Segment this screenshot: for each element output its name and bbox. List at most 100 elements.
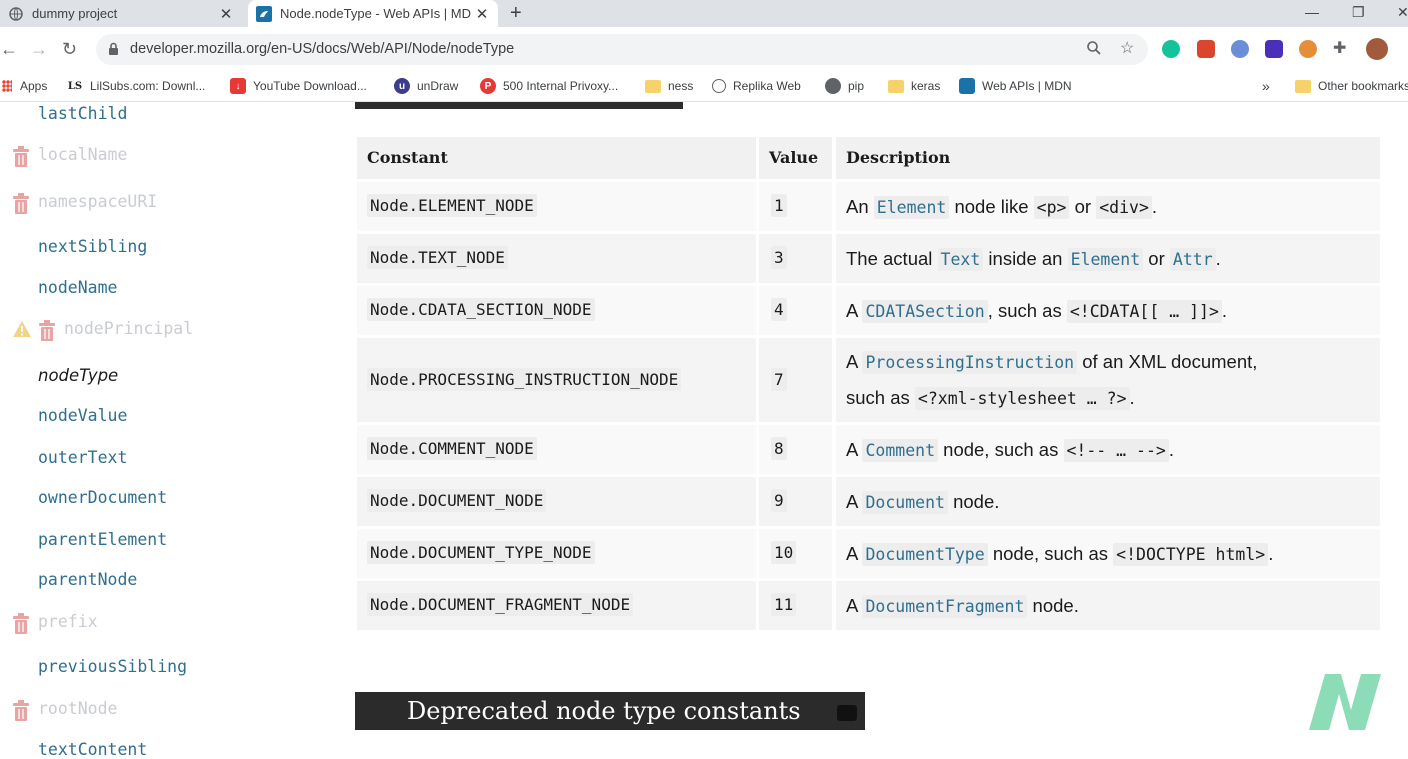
- grammarly-icon[interactable]: [1162, 40, 1180, 58]
- comment-link[interactable]: Comment: [862, 439, 939, 462]
- privoxy-icon: P: [480, 78, 496, 94]
- folder-icon: [888, 79, 904, 93]
- folder-icon: [645, 79, 661, 93]
- constant-description: A DocumentFragment node.: [846, 595, 1079, 618]
- sidebar-item-outertext[interactable]: outerText: [38, 448, 127, 467]
- attr-link[interactable]: Attr: [1169, 248, 1216, 271]
- bookmarks-overflow-button[interactable]: »: [1262, 71, 1270, 101]
- extension-purple-icon[interactable]: [1265, 40, 1283, 58]
- constant-value: 1: [771, 194, 787, 217]
- bookmark-lilsubs[interactable]: LS LilSubs.com: Downl...: [67, 71, 206, 101]
- trash-icon: [39, 320, 55, 341]
- documentfragment-link[interactable]: DocumentFragment: [862, 595, 1028, 618]
- constant-value: 9: [771, 489, 787, 512]
- forward-icon[interactable]: →: [30, 27, 48, 71]
- extension-emoji-icon[interactable]: [1299, 40, 1317, 58]
- bookmarks-bar: Apps LS LilSubs.com: Downl... ↓ YouTube …: [0, 71, 1408, 102]
- apps-grid-icon: [2, 80, 12, 92]
- constant-name: Node.DOCUMENT_TYPE_NODE: [367, 541, 595, 564]
- sidebar-item-nodevalue[interactable]: nodeValue: [38, 406, 127, 425]
- sidebar-item-nodeprincipal[interactable]: nodePrincipal: [64, 319, 193, 338]
- browser-toolbar: ← → ↻ developer.mozilla.org/en-US/docs/W…: [0, 27, 1408, 71]
- trash-icon: [13, 146, 29, 167]
- extensions-puzzle-icon[interactable]: ✚: [1333, 27, 1346, 71]
- new-tab-button[interactable]: +: [510, 0, 522, 27]
- sidebar-item-nodename[interactable]: nodeName: [38, 278, 117, 297]
- lock-icon[interactable]: [108, 42, 119, 61]
- bookmark-folder-other[interactable]: Other bookmarks: [1295, 71, 1408, 101]
- avatar[interactable]: [1366, 38, 1388, 60]
- bookmark-label: Web APIs | MDN: [982, 79, 1072, 93]
- restore-icon[interactable]: ❐: [1352, 0, 1365, 27]
- bookmark-label: pip: [848, 79, 865, 93]
- mdn-favicon-icon: [959, 78, 975, 94]
- globe-icon: [825, 78, 841, 94]
- back-icon[interactable]: ←: [0, 27, 18, 71]
- bookmark-folder-keras[interactable]: keras: [888, 71, 940, 101]
- bookmark-folder-ness[interactable]: ness: [645, 71, 693, 101]
- extension-red-icon[interactable]: [1197, 40, 1215, 58]
- undraw-icon: u: [394, 78, 410, 94]
- bookmark-web-apis-mdn[interactable]: Web APIs | MDN: [959, 71, 1072, 101]
- table-row: Node.CDATA_SECTION_NODE 4 A CDATASection…: [357, 286, 1380, 335]
- zoom-icon[interactable]: [1086, 40, 1102, 59]
- close-window-icon[interactable]: ✕: [1397, 0, 1408, 27]
- globe-icon: [8, 6, 24, 22]
- deprecated-section-heading: Deprecated node type constants: [355, 692, 865, 730]
- sidebar-item-ownerdocument[interactable]: ownerDocument: [38, 488, 167, 507]
- minimize-icon[interactable]: —: [1305, 0, 1319, 27]
- bookmark-star-icon[interactable]: ☆: [1120, 38, 1134, 58]
- constant-value: 11: [771, 593, 797, 616]
- sidebar-item-nodetype[interactable]: nodeType: [38, 366, 118, 385]
- tab-title: dummy project: [32, 6, 118, 21]
- constant-description: A CDATASection, such as <!CDATA[[ … ]]>.: [846, 300, 1228, 323]
- constant-value: 3: [771, 246, 787, 269]
- text-link[interactable]: Text: [937, 248, 984, 271]
- bookmark-replika[interactable]: Replika Web: [712, 71, 801, 101]
- close-tab-icon[interactable]: ✕: [472, 5, 492, 23]
- sidebar-item-localname[interactable]: localName: [38, 145, 127, 164]
- sidebar-item-rootnode[interactable]: rootNode: [38, 699, 117, 718]
- bookmark-label: LilSubs.com: Downl...: [90, 79, 206, 93]
- sidebar-item-textcontent[interactable]: textContent: [38, 740, 147, 759]
- bookmark-privoxy[interactable]: P 500 Internal Privoxy...: [480, 71, 618, 101]
- close-tab-icon[interactable]: ✕: [216, 5, 236, 23]
- sidebar-item-nextsibling[interactable]: nextSibling: [38, 237, 147, 256]
- bookmark-apps[interactable]: Apps: [2, 71, 47, 101]
- bookmark-label: Other bookmarks: [1318, 79, 1408, 93]
- tab-dummy-project[interactable]: dummy project ✕: [0, 0, 242, 27]
- sidebar-item-parentelement[interactable]: parentElement: [38, 530, 167, 549]
- constant-description: An Element node like <p> or <div>.: [846, 196, 1158, 219]
- sidebar-item-parentnode[interactable]: parentNode: [38, 570, 137, 589]
- element-link[interactable]: Element: [1067, 248, 1144, 271]
- sidebar-item-prefix[interactable]: prefix: [38, 612, 98, 631]
- sidebar-item-namespaceuri[interactable]: namespaceURI: [38, 192, 157, 211]
- bookmark-label: keras: [911, 79, 941, 93]
- cdatasection-link[interactable]: CDATASection: [862, 300, 988, 323]
- bookmark-label: 500 Internal Privoxy...: [503, 79, 619, 93]
- extension-blue-icon[interactable]: [1231, 40, 1249, 58]
- table-row: Node.PROCESSING_INSTRUCTION_NODE 7 A Pro…: [357, 338, 1380, 422]
- url-text[interactable]: developer.mozilla.org/en-US/docs/Web/API…: [130, 34, 514, 65]
- constant-name: Node.CDATA_SECTION_NODE: [367, 298, 595, 321]
- sidebar-item-lastchild[interactable]: lastChild: [38, 104, 127, 123]
- document-link[interactable]: Document: [862, 491, 948, 514]
- constant-description: A DocumentType node, such as <!DOCTYPE h…: [846, 543, 1274, 566]
- constant-name: Node.COMMENT_NODE: [367, 437, 537, 460]
- thumbs-down-icon: [837, 705, 857, 721]
- sidebar-item-previoussibling[interactable]: previousSibling: [38, 657, 187, 676]
- bookmark-label: ness: [668, 79, 694, 93]
- element-link[interactable]: Element: [873, 196, 950, 219]
- processinginstruction-link[interactable]: ProcessingInstruction: [862, 351, 1078, 374]
- documenttype-link[interactable]: DocumentType: [862, 543, 988, 566]
- constant-value: 10: [771, 541, 797, 564]
- table-header-description: Description: [836, 137, 1380, 179]
- constant-name: Node.ELEMENT_NODE: [367, 194, 537, 217]
- address-bar[interactable]: developer.mozilla.org/en-US/docs/Web/API…: [96, 34, 1148, 65]
- bookmark-pip[interactable]: pip: [825, 71, 864, 101]
- table-row: Node.COMMENT_NODE 8 A Comment node, such…: [357, 425, 1380, 474]
- bookmark-youtube-download[interactable]: ↓ YouTube Download...: [230, 71, 367, 101]
- bookmark-undraw[interactable]: u unDraw: [394, 71, 458, 101]
- tab-mdn-nodetype[interactable]: Node.nodeType - Web APIs | MDN ✕: [248, 0, 498, 27]
- reload-icon[interactable]: ↻: [62, 27, 77, 71]
